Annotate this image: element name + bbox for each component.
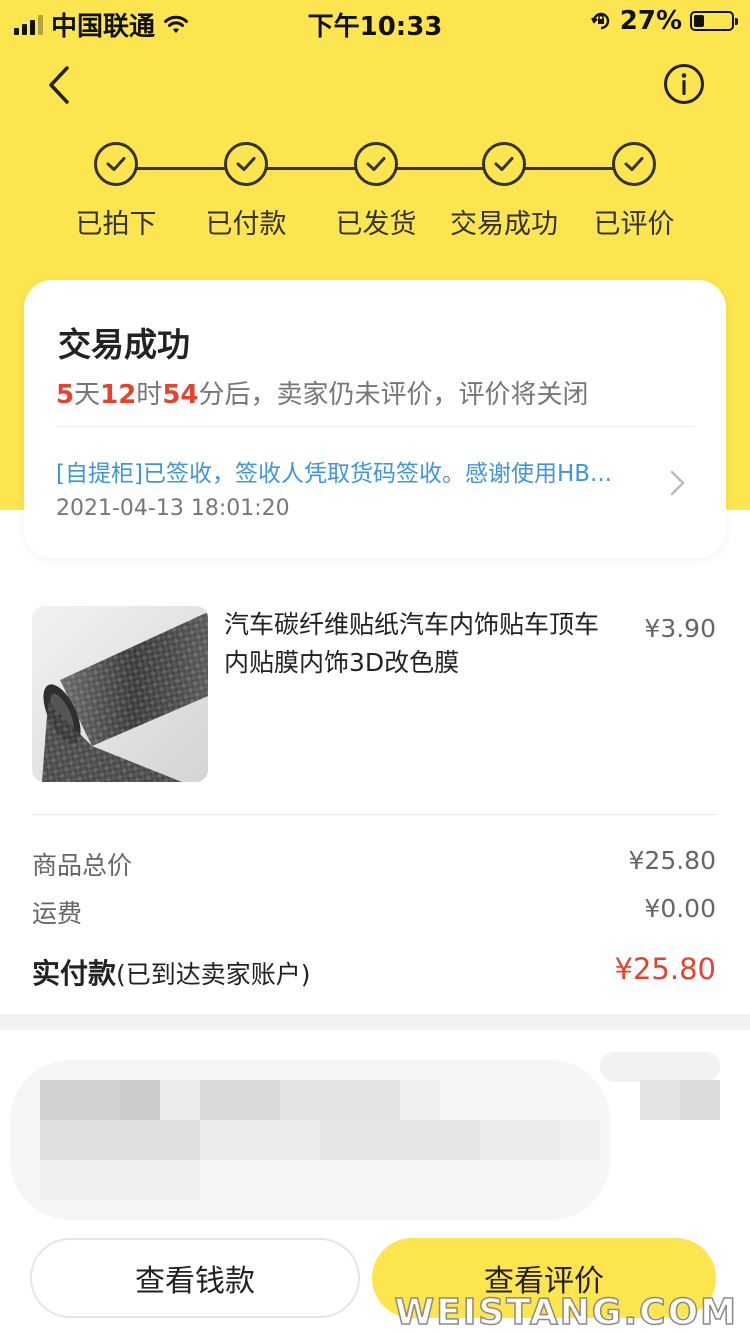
order-status-title: 交易成功 [58, 325, 190, 364]
order-progress-stepper: 已拍下 已付款 已发货 交易成功 已评价 [0, 142, 750, 252]
step-label: 交易成功 [450, 209, 558, 240]
card-divider [56, 426, 694, 427]
step-label: 已付款 [205, 209, 287, 240]
shipping-value: ¥0.00 [644, 894, 716, 923]
battery-percent: 27% [619, 6, 682, 36]
chevron-right-icon[interactable] [668, 468, 688, 498]
order-status-card: 交易成功 5天12时54分后，卖家仍未评价，评价将关闭 [自提柜]已签收，签收人… [24, 280, 726, 558]
watermark: WEISTANG.COM [394, 1291, 738, 1334]
countdown-days: 5 [56, 380, 75, 410]
paid-note: (已到达卖家账户) [116, 960, 311, 989]
step-5: 已评价 [564, 142, 704, 241]
goods-total-row: 商品总价 ¥25.80 [32, 846, 716, 882]
countdown-minutes: 54 [162, 380, 199, 410]
status-bar: 中国联通 下午10:33 27% [0, 0, 750, 42]
goods-total-value: ¥25.80 [628, 846, 716, 875]
check-circle-icon [224, 142, 268, 186]
status-right: 27% [590, 6, 738, 36]
countdown-hours-unit: 时 [136, 380, 163, 410]
check-circle-icon [482, 142, 526, 186]
paid-label: 实付款 [32, 957, 117, 990]
view-payment-button[interactable]: 查看钱款 [30, 1238, 360, 1318]
paid-value: ¥25.80 [614, 952, 716, 986]
logistics-time: 2021-04-13 18:01:20 [56, 496, 290, 521]
section-gap [0, 1014, 750, 1030]
info-button[interactable] [662, 62, 706, 106]
step-3: 已发货 [306, 142, 446, 241]
product-price: ¥3.90 [644, 614, 716, 643]
check-circle-icon [94, 142, 138, 186]
logistics-status-link[interactable]: [自提柜]已签收，签收人凭取货码签收。感谢使用HB... [56, 454, 656, 488]
section-divider [32, 814, 718, 815]
info-circle-icon [664, 64, 704, 104]
back-button[interactable] [36, 60, 86, 110]
shipping-label: 运费 [32, 899, 83, 928]
step-label: 已评价 [593, 209, 675, 240]
paid-amount-row: 实付款(已到达卖家账户) ¥25.80 [32, 952, 716, 992]
check-circle-icon [354, 142, 398, 186]
step-label: 已拍下 [75, 209, 157, 240]
battery-icon [690, 11, 738, 31]
product-title[interactable]: 汽车碳纤维贴纸汽车内饰贴车顶车内贴膜内饰3D改色膜 [224, 606, 604, 682]
step-2: 已付款 [176, 142, 316, 241]
review-countdown: 5天12时54分后，卖家仍未评价，评价将关闭 [56, 374, 589, 411]
countdown-hours: 12 [100, 380, 137, 410]
countdown-message: 分后，卖家仍未评价，评价将关闭 [198, 380, 589, 410]
shipping-row: 运费 ¥0.00 [32, 894, 716, 930]
redacted-info-block [0, 1040, 750, 1220]
goods-total-label: 商品总价 [32, 851, 133, 880]
countdown-days-unit: 天 [74, 380, 101, 410]
chevron-left-icon [49, 66, 69, 104]
rotation-lock-icon [590, 12, 609, 30]
product-image[interactable] [32, 606, 208, 782]
step-4: 交易成功 [434, 142, 574, 241]
check-circle-icon [612, 142, 656, 186]
step-label: 已发货 [335, 209, 417, 240]
step-1: 已拍下 [46, 142, 186, 241]
